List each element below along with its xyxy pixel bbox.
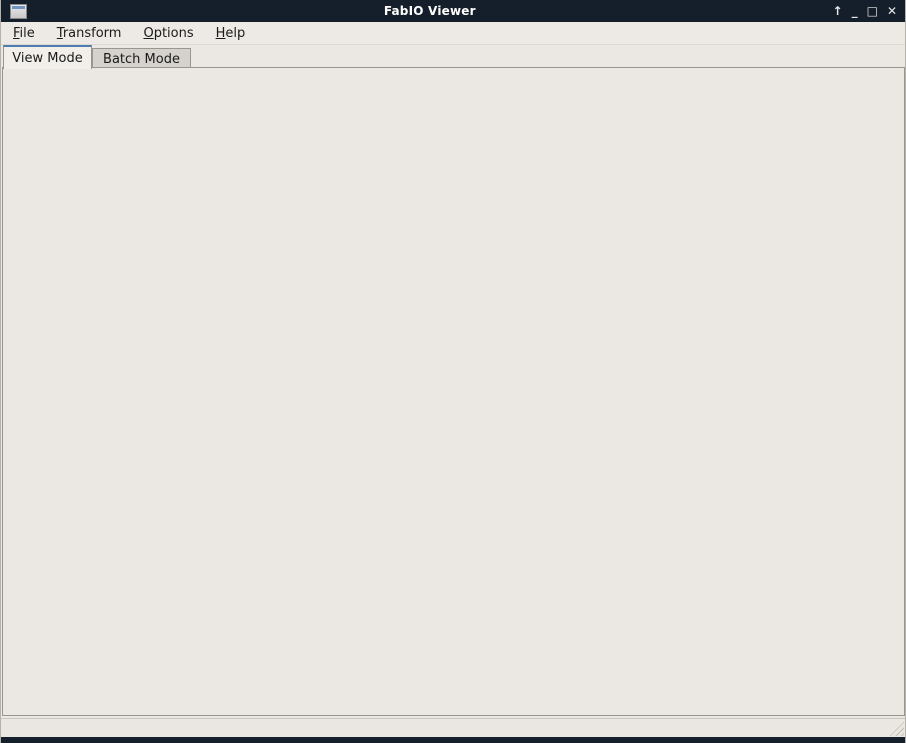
- maximize-icon[interactable]: □: [867, 1, 878, 21]
- minimize-icon[interactable]: _: [852, 1, 858, 21]
- raise-window-icon[interactable]: ↑: [833, 1, 843, 21]
- fabio-viewer-window: FabIO Viewer ↑ _ □ ✕ FileTransformOption…: [0, 0, 906, 743]
- menu-item[interactable]: Transform: [47, 24, 132, 43]
- menu-item[interactable]: Options: [133, 24, 203, 43]
- window-title: FabIO Viewer: [27, 4, 833, 18]
- title-bar: FabIO Viewer ↑ _ □ ✕: [1, 0, 906, 22]
- menu-item[interactable]: Help: [206, 24, 256, 43]
- window-icon: [10, 4, 27, 19]
- tab-bar: View Mode Batch Mode: [1, 45, 906, 68]
- menu-item[interactable]: File: [3, 24, 45, 43]
- resize-grip[interactable]: [889, 721, 904, 736]
- status-bar: [1, 718, 906, 738]
- window-bottom-border: [1, 737, 906, 743]
- close-icon[interactable]: ✕: [887, 1, 897, 21]
- menu-bar: FileTransformOptionsHelp: [1, 22, 906, 45]
- tab-batch-mode[interactable]: Batch Mode: [92, 48, 191, 69]
- tab-view-mode[interactable]: View Mode: [3, 45, 92, 69]
- tab-content-pane: [2, 67, 905, 716]
